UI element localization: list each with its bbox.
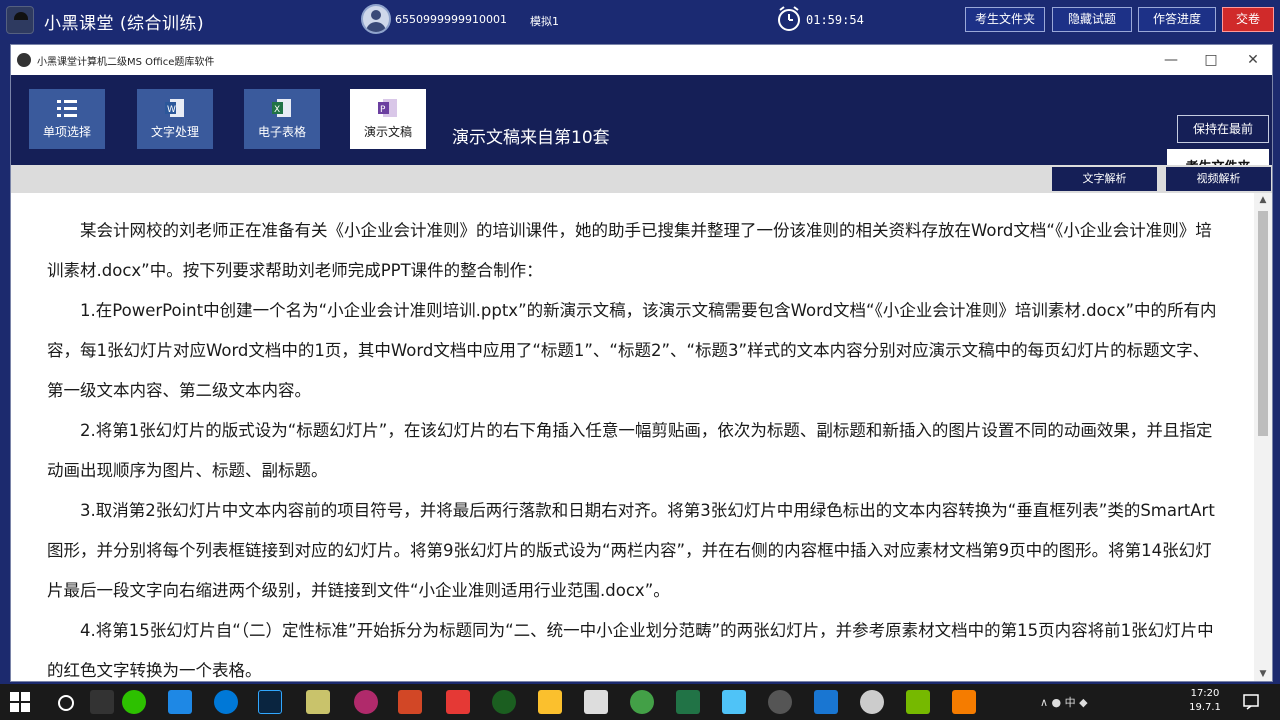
question-paragraph: 2.将第1张幻灯片的版式设为“标题幻灯片”，在该幻灯片的右下角插入任意一幅剪贴画… — [47, 421, 1213, 480]
alarm-clock-icon — [778, 6, 800, 31]
app-star-icon[interactable] — [168, 690, 192, 714]
user-name: 模拟1 — [530, 15, 559, 28]
list-icon — [57, 100, 77, 117]
submit-exam-button[interactable]: 交卷 — [1222, 7, 1274, 32]
task-view-icon[interactable] — [90, 690, 114, 714]
tab-word-processing[interactable]: W 文字处理 — [137, 89, 213, 149]
question-paragraph: 1.在PowerPoint中创建一个名为“小企业会计准则培训.pptx”的新演示… — [47, 301, 1217, 400]
close-button[interactable]: ✕ — [1233, 47, 1273, 73]
windows-start-icon[interactable] — [10, 692, 30, 712]
app-title: 小黑课堂 (综合训练) — [44, 14, 205, 34]
question-source: 演示文稿来自第10套 — [452, 128, 610, 148]
network-icon[interactable] — [860, 690, 884, 714]
search-circle-icon[interactable] — [56, 693, 76, 713]
text-analysis-button[interactable]: 文字解析 — [1052, 167, 1157, 191]
windows-taskbar: ∧ ● 中 ◆ 17:20 19.7.1 — [0, 684, 1280, 720]
user-id: 6550999999910001 — [395, 13, 507, 26]
video-analysis-button[interactable]: 视频解析 — [1166, 167, 1271, 191]
tab-label: 演示文稿 — [363, 125, 412, 139]
browser-360-icon[interactable] — [630, 690, 654, 714]
countdown-timer: 01:59:54 — [806, 13, 864, 27]
app-c-icon[interactable] — [906, 690, 930, 714]
system-tray[interactable]: ∧ ● 中 ◆ — [1040, 694, 1088, 710]
monitor-icon[interactable] — [584, 690, 608, 714]
maximize-button[interactable]: □ — [1191, 47, 1231, 73]
tab-label: 单项选择 — [42, 125, 91, 139]
dialog-titlebar: 小黑课堂计算机二级MS Office题库软件 — □ ✕ — [11, 45, 1272, 75]
excel-task-icon[interactable] — [676, 690, 700, 714]
svg-text:P: P — [380, 105, 386, 115]
question-paragraph: 3.取消第2张幻灯片中文本内容前的项目符号，并将最后两行落款和日期右对齐。将第3… — [47, 501, 1215, 600]
answer-progress-button[interactable]: 作答进度 — [1138, 7, 1216, 32]
notification-icon[interactable] — [1242, 693, 1260, 711]
word-icon: W — [165, 99, 184, 117]
tab-label: 电子表格 — [257, 125, 306, 139]
content-scrollbar[interactable]: ▲ ▼ — [1254, 193, 1272, 681]
app-globe-icon[interactable] — [492, 690, 516, 714]
question-paragraph: 4.将第15张幻灯片自“（二）定性标准”开始拆分为标题同为“二、统一中小企业划分… — [47, 621, 1214, 680]
question-type-toolbar: 单项选择 W 文字处理 X 电子表格 P 演示文稿 演示文稿来自第10套 保持在… — [11, 75, 1272, 187]
wrench-icon[interactable] — [814, 690, 838, 714]
calculator-icon[interactable] — [722, 690, 746, 714]
analysis-bar: 文字解析 视频解析 — [11, 165, 1272, 193]
notes-icon[interactable] — [306, 690, 330, 714]
dialog-title: 小黑课堂计算机二级MS Office题库软件 — [37, 57, 215, 68]
scroll-down-icon[interactable]: ▼ — [1254, 667, 1272, 681]
tab-presentation[interactable]: P 演示文稿 — [350, 89, 426, 149]
outer-header: 小黑课堂 (综合训练) 6550999999910001 模拟1 01:59:5… — [0, 0, 1280, 40]
taskbar-clock[interactable]: 17:20 19.7.1 — [1185, 687, 1225, 715]
powerpoint-task-icon[interactable] — [398, 690, 422, 714]
dialog-app-icon — [17, 53, 31, 67]
clock-time: 17:20 — [1190, 688, 1220, 699]
app-orange-icon[interactable] — [952, 690, 976, 714]
tab-spreadsheet[interactable]: X 电子表格 — [244, 89, 320, 149]
clock-date: 19.7.1 — [1189, 702, 1221, 713]
tab-label: 文字处理 — [150, 125, 199, 139]
keep-on-top-button[interactable]: 保持在最前 — [1177, 115, 1269, 143]
svg-text:X: X — [274, 105, 280, 115]
scroll-thumb[interactable] — [1258, 211, 1268, 436]
tab-single-choice[interactable]: 单项选择 — [29, 89, 105, 149]
app-grid-icon[interactable] — [538, 690, 562, 714]
question-content: 某会计网校的刘老师正在准备有关《小企业会计准则》的培训课件，她的助手已搜集并整理… — [11, 193, 1251, 681]
avatar — [361, 4, 391, 34]
hide-questions-button[interactable]: 隐藏试题 — [1052, 7, 1132, 32]
exam-folder-button[interactable]: 考生文件夹 — [965, 7, 1045, 32]
svg-text:W: W — [167, 105, 176, 115]
powerpoint-icon: P — [378, 99, 397, 117]
excel-icon: X — [272, 99, 291, 117]
wechat-icon[interactable] — [122, 690, 146, 714]
question-dialog: 小黑课堂计算机二级MS Office题库软件 — □ ✕ 单项选择 W 文字处理 — [10, 44, 1273, 682]
app-logo-icon — [6, 6, 34, 34]
xmind-icon[interactable] — [446, 690, 470, 714]
media-player-icon[interactable] — [354, 690, 378, 714]
edge-icon[interactable] — [214, 690, 238, 714]
photoshop-icon[interactable] — [258, 690, 282, 714]
scroll-up-icon[interactable]: ▲ — [1254, 193, 1272, 207]
minimize-button[interactable]: — — [1151, 47, 1191, 73]
question-paragraph: 某会计网校的刘老师正在准备有关《小企业会计准则》的培训课件，她的助手已搜集并整理… — [47, 221, 1212, 280]
camera-icon[interactable] — [768, 690, 792, 714]
